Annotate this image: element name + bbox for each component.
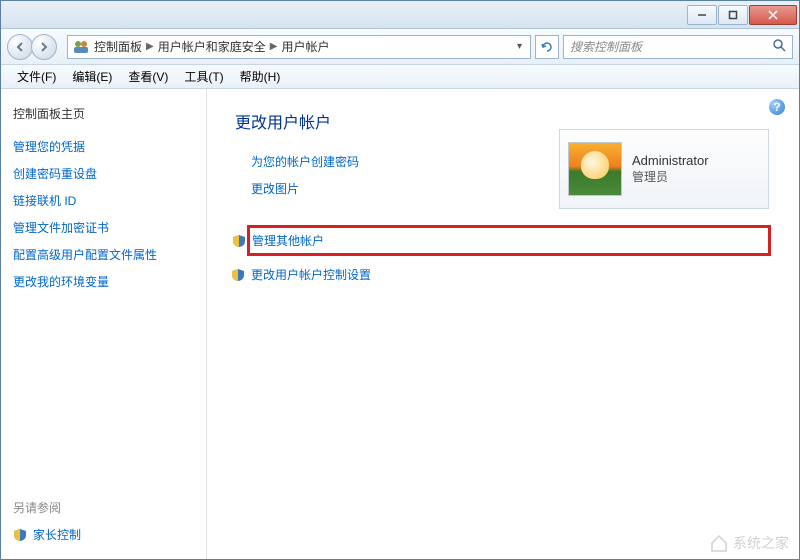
breadcrumb-part[interactable]: 用户帐户 [281,38,329,55]
account-picture [568,142,622,196]
breadcrumb-part[interactable]: 控制面板 [94,38,142,55]
sidebar-title[interactable]: 控制面板主页 [13,105,194,122]
shield-icon [13,528,27,542]
sidebar-bottom: 另请参阅 家长控制 [13,499,194,543]
refresh-icon [540,40,554,54]
back-button[interactable] [7,34,33,60]
menu-view[interactable]: 查看(V) [120,68,176,85]
parental-controls-link[interactable]: 家长控制 [13,526,194,543]
search-icon[interactable] [772,38,786,55]
main: 更改用户帐户 为您的帐户创建密码 更改图片 管理其他帐户 更改用户帐户控制设置 … [207,89,799,559]
titlebar [1,1,799,29]
chevron-right-icon: ▶ [270,41,278,52]
account-card[interactable]: Administrator 管理员 [559,129,769,209]
content: ? 控制面板主页 管理您的凭据 创建密码重设盘 链接联机 ID 管理文件加密证书… [1,89,799,559]
search-placeholder: 搜索控制面板 [570,38,642,55]
highlighted-box: 管理其他帐户 [247,225,771,256]
account-info: Administrator 管理员 [632,153,709,185]
menu-help[interactable]: 帮助(H) [232,68,289,85]
sidebar-link-password-reset[interactable]: 创建密码重设盘 [13,165,194,182]
link-manage-other-accounts[interactable]: 管理其他帐户 [252,232,324,249]
account-name: Administrator [632,153,709,168]
maximize-button[interactable] [718,5,748,25]
maximize-icon [728,10,738,20]
sidebar-link-env-vars[interactable]: 更改我的环境变量 [13,273,194,290]
menu-tools[interactable]: 工具(T) [176,68,231,85]
menu-file[interactable]: 文件(F) [9,68,64,85]
menu-edit[interactable]: 编辑(E) [64,68,120,85]
parental-controls-label: 家长控制 [33,526,81,543]
menubar: 文件(F) 编辑(E) 查看(V) 工具(T) 帮助(H) [1,65,799,89]
navbar: 控制面板 ▶ 用户帐户和家庭安全 ▶ 用户帐户 ▾ 搜索控制面板 [1,29,799,65]
sidebar-link-encryption-cert[interactable]: 管理文件加密证书 [13,219,194,236]
arrow-right-icon [38,41,50,53]
arrow-left-icon [14,41,26,53]
sidebar-link-advanced-profile[interactable]: 配置高级用户配置文件属性 [13,246,194,263]
refresh-button[interactable] [535,35,559,59]
close-button[interactable] [749,5,797,25]
sidebar: 控制面板主页 管理您的凭据 创建密码重设盘 链接联机 ID 管理文件加密证书 配… [1,89,207,559]
breadcrumb-part[interactable]: 用户帐户和家庭安全 [158,38,266,55]
chevron-right-icon: ▶ [146,41,154,52]
close-icon [768,10,778,20]
nav-back-forward[interactable] [7,33,63,61]
breadcrumb[interactable]: 控制面板 ▶ 用户帐户和家庭安全 ▶ 用户帐户 ▾ [67,35,531,59]
link-change-uac[interactable]: 更改用户帐户控制设置 [251,266,771,283]
user-accounts-icon [72,38,90,56]
search-input[interactable]: 搜索控制面板 [563,35,793,59]
minimize-icon [697,10,707,20]
link-manage-other-accounts-label: 管理其他帐户 [252,232,324,249]
breadcrumb-dropdown[interactable]: ▾ [513,41,526,52]
sidebar-links: 管理您的凭据 创建密码重设盘 链接联机 ID 管理文件加密证书 配置高级用户配置… [13,138,194,290]
see-also-label: 另请参阅 [13,499,194,516]
minimize-button[interactable] [687,5,717,25]
sidebar-link-online-id[interactable]: 链接联机 ID [13,192,194,209]
link-change-uac-label: 更改用户帐户控制设置 [251,266,371,283]
shield-icon [232,234,246,248]
forward-button[interactable] [31,34,57,60]
shield-icon [231,268,245,282]
sidebar-link-credentials[interactable]: 管理您的凭据 [13,138,194,155]
account-role: 管理员 [632,168,709,185]
